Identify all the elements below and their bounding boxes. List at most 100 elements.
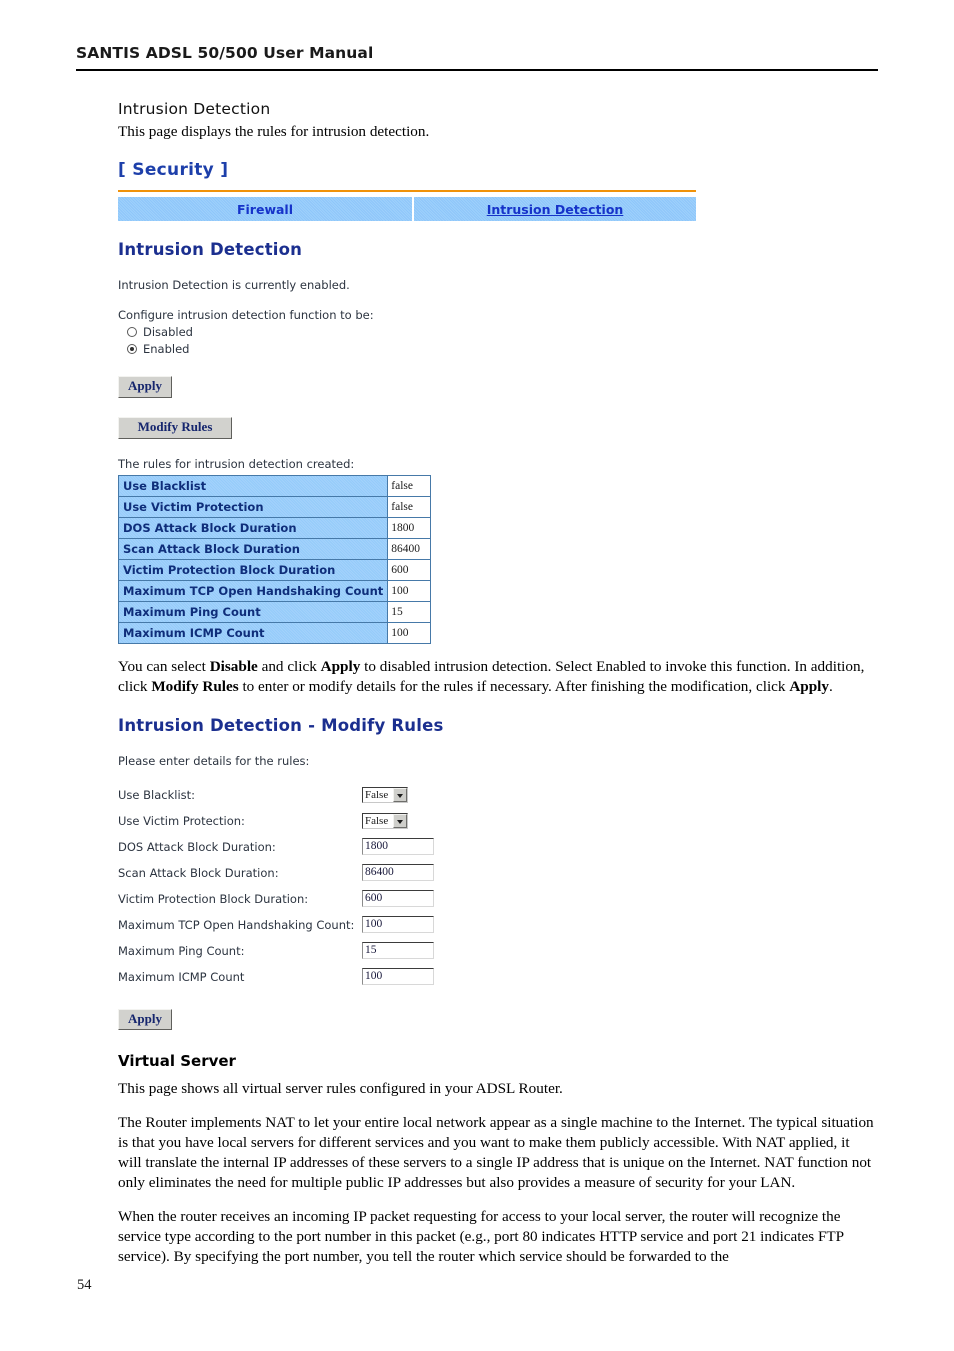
input-maximum-tcp-open-handshaking-count[interactable]: 100 [362, 916, 434, 934]
form-row-maximum-ping-count: Maximum Ping Count: 15 [118, 938, 876, 964]
field-label: Use Victim Protection: [118, 813, 245, 828]
form-row-maximum-tcp-open-handshaking-count: Maximum TCP Open Handshaking Count: 100 [118, 912, 876, 938]
field-label: Victim Protection Block Duration: [118, 891, 309, 906]
form-row-scan-attack-block-duration: Scan Attack Block Duration: 86400 [118, 860, 876, 886]
rule-label: Victim Protection Block Duration [117, 559, 389, 582]
field-label: Use Blacklist: [118, 787, 196, 802]
form-row-dos-attack-block-duration: DOS Attack Block Duration: 1800 [118, 834, 876, 860]
manual-page: SANTIS ADSL 50/500 User Manual Intrusion… [0, 0, 954, 1351]
para-part-2: and click [257, 658, 321, 676]
para-bold-apply-1: Apply [320, 658, 361, 676]
rule-value: 1800 [387, 517, 432, 540]
intro-description: This page displays the rules for intrusi… [118, 123, 430, 140]
rule-value: 100 [387, 622, 432, 645]
select-value: False [365, 788, 389, 801]
form-row-use-victim-protection: Use Victim Protection: False [118, 808, 876, 834]
field-label: Maximum Ping Count: [118, 943, 245, 958]
para-bold-apply-2: Apply [789, 678, 829, 696]
radio-disabled-label: Disabled [143, 325, 193, 340]
table-row: Maximum Ping Count 15 [117, 601, 432, 624]
table-row: Maximum ICMP Count 100 [117, 622, 432, 645]
rule-value: 15 [387, 601, 432, 624]
rule-value: 600 [387, 559, 432, 582]
input-maximum-ping-count[interactable]: 15 [362, 942, 434, 960]
input-maximum-icmp-count[interactable]: 100 [362, 968, 434, 986]
rule-label: Scan Attack Block Duration [117, 538, 389, 561]
chevron-down-icon[interactable] [393, 813, 407, 828]
virtual-server-paragraph-1: This page shows all virtual server rules… [118, 1080, 563, 1098]
section-heading-virtual-server: Virtual Server [118, 1052, 236, 1071]
modify-rules-form: Use Blacklist: False Use Victim Protecti… [118, 782, 876, 990]
rule-label: Use Victim Protection [117, 496, 389, 519]
instruction-paragraph: You can select Disable and click Apply t… [118, 657, 876, 697]
panel-orange-divider [118, 190, 696, 193]
radio-row-disabled[interactable]: Disabled [127, 325, 876, 339]
field-label: Scan Attack Block Duration: [118, 865, 279, 880]
rule-value: false [387, 496, 432, 519]
para-part-5: . [829, 678, 833, 696]
rule-value: false [387, 475, 432, 498]
tab-firewall-label: Firewall [236, 201, 294, 217]
rules-table-caption: The rules for intrusion detection create… [118, 457, 355, 472]
rule-value: 86400 [387, 538, 432, 561]
tab-firewall[interactable]: Firewall [118, 197, 414, 222]
page-content: Intrusion Detection This page displays t… [117, 100, 876, 1280]
radio-enabled-label: Enabled [143, 342, 190, 357]
rule-label: Maximum ICMP Count [117, 622, 389, 645]
para-bold-disable: Disable [209, 658, 258, 676]
input-victim-protection-block-duration[interactable]: 600 [362, 890, 434, 908]
configure-label: Configure intrusion detection function t… [118, 308, 374, 323]
table-row: DOS Attack Block Duration 1800 [117, 517, 432, 540]
modify-rules-caption: Please enter details for the rules: [118, 753, 310, 768]
table-row: Use Victim Protection false [117, 496, 432, 519]
radio-disabled[interactable] [127, 327, 137, 338]
chevron-down-icon[interactable] [393, 787, 407, 802]
virtual-server-paragraph-2: The Router implements NAT to let your en… [118, 1113, 874, 1192]
running-header: SANTIS ADSL 50/500 User Manual [76, 44, 878, 71]
select-use-victim-protection[interactable]: False [362, 812, 408, 829]
rule-value: 100 [387, 580, 432, 603]
router-webui-modify-rules-panel: Intrusion Detection - Modify Rules Pleas… [118, 716, 876, 1031]
webui-panel-title: [ Security ] [118, 160, 229, 181]
select-use-blacklist[interactable]: False [362, 786, 408, 803]
rules-summary-table: Use Blacklist false Use Victim Protectio… [117, 475, 432, 645]
field-label: Maximum TCP Open Handshaking Count: [118, 917, 355, 932]
table-row: Scan Attack Block Duration 86400 [117, 538, 432, 561]
rule-label: Maximum TCP Open Handshaking Count [117, 580, 389, 603]
webui-section-heading: Intrusion Detection [118, 240, 303, 260]
section-heading-intrusion-detection: Intrusion Detection [118, 100, 271, 118]
router-webui-security-panel: [ Security ] Firewall Intrusion Detectio… [117, 160, 876, 645]
rule-label: Use Blacklist [117, 475, 389, 498]
input-scan-attack-block-duration[interactable]: 86400 [362, 864, 434, 882]
tab-intrusion-detection-label: Intrusion Detection [486, 201, 624, 217]
para-bold-modify-rules: Modify Rules [151, 678, 239, 696]
select-value: False [365, 814, 389, 827]
radio-enabled[interactable] [127, 344, 137, 355]
intrusion-status-text: Intrusion Detection is currently enabled… [118, 278, 350, 293]
form-row-use-blacklist: Use Blacklist: False [118, 782, 876, 808]
field-label: Maximum ICMP Count [118, 969, 245, 984]
modify-rules-button[interactable]: Modify Rules [118, 417, 232, 440]
modify-rules-heading: Intrusion Detection - Modify Rules [118, 715, 444, 735]
radio-row-enabled[interactable]: Enabled [127, 342, 876, 356]
form-row-victim-protection-block-duration: Victim Protection Block Duration: 600 [118, 886, 876, 912]
para-part-1: You can select [118, 658, 210, 676]
table-row: Victim Protection Block Duration 600 [117, 559, 432, 582]
page-number: 54 [77, 1277, 92, 1293]
form-row-maximum-icmp-count: Maximum ICMP Count 100 [118, 964, 876, 990]
rules-table-body: Use Blacklist false Use Victim Protectio… [117, 475, 432, 645]
input-dos-attack-block-duration[interactable]: 1800 [362, 838, 434, 856]
apply-button-top[interactable]: Apply [118, 376, 172, 399]
manual-title: SANTIS ADSL 50/500 User Manual [76, 44, 374, 62]
webui-tabbar: Firewall Intrusion Detection [118, 197, 696, 222]
field-label: DOS Attack Block Duration: [118, 839, 276, 854]
tab-intrusion-detection[interactable]: Intrusion Detection [414, 197, 696, 221]
table-row: Maximum TCP Open Handshaking Count 100 [117, 580, 432, 603]
rule-label: DOS Attack Block Duration [117, 517, 389, 540]
header-divider [76, 69, 878, 71]
apply-button-modify-rules[interactable]: Apply [118, 1008, 172, 1031]
table-row: Use Blacklist false [117, 475, 432, 498]
para-part-4: to enter or modify details for the rules… [238, 678, 790, 696]
rule-label: Maximum Ping Count [117, 601, 389, 624]
virtual-server-paragraph-3: When the router receives an incoming IP … [118, 1207, 844, 1265]
